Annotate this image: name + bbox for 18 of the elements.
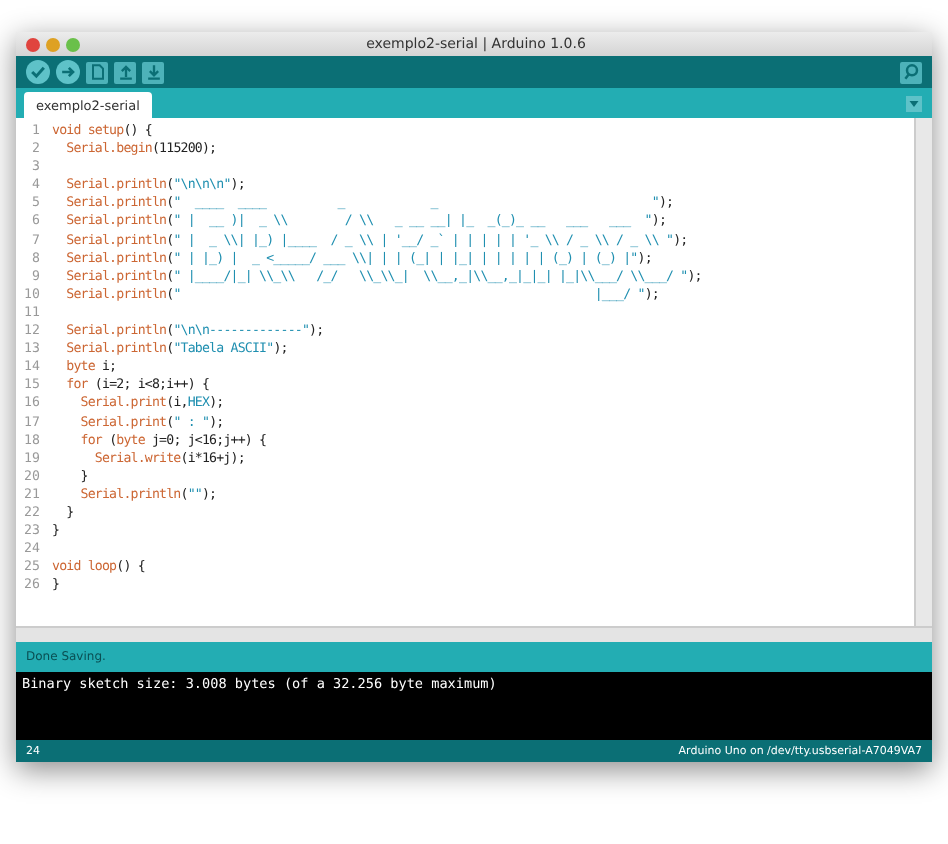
close-button[interactable] [26,37,40,51]
magnifier-icon [901,62,921,82]
verify-button[interactable] [26,60,50,84]
zoom-button[interactable] [66,37,80,51]
arrow-icon [58,62,78,82]
check-icon [28,62,48,82]
up-arrow-icon [115,62,135,82]
open-button[interactable] [114,61,136,83]
serial-monitor-button[interactable] [900,61,922,83]
save-button[interactable] [142,61,164,83]
caret-icon [908,97,920,109]
upload-button[interactable] [56,60,80,84]
new-button[interactable] [86,61,108,83]
minimize-button[interactable] [46,37,60,51]
code-editor[interactable] [16,118,916,626]
tab-menu-button[interactable] [906,95,922,111]
down-arrow-icon [143,62,163,82]
document-icon [87,62,107,82]
